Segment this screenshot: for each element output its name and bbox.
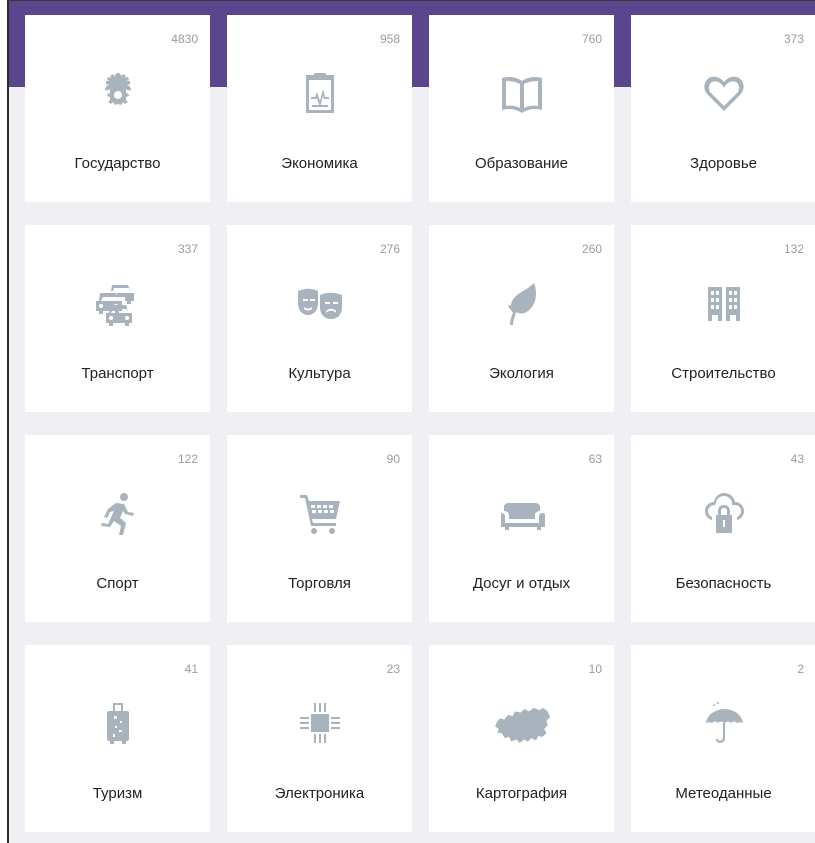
- category-label: Транспорт: [81, 365, 154, 382]
- category-count: 260: [581, 242, 602, 256]
- cloud-lock-icon: [696, 485, 752, 541]
- umbrella-icon: [696, 695, 752, 751]
- suitcase-icon: [90, 695, 146, 751]
- theater-masks-icon: [292, 275, 348, 331]
- category-tile-gosudarstvo[interactable]: 4830 Государство: [25, 15, 210, 202]
- category-tile-kultura[interactable]: 276 Культура: [227, 225, 412, 412]
- category-label: Туризм: [92, 785, 143, 802]
- left-border-line: [7, 0, 9, 843]
- category-tile-kartografiya[interactable]: 10 Картография: [429, 645, 614, 832]
- russia-map-icon: [494, 695, 550, 751]
- category-count: 276: [379, 242, 400, 256]
- category-tile-turizm[interactable]: 41 Туризм: [25, 645, 210, 832]
- category-tile-meteodannye[interactable]: 2 Метеоданные: [631, 645, 815, 832]
- category-tile-obrazovanie[interactable]: 760 Образование: [429, 15, 614, 202]
- category-label: Метеоданные: [675, 785, 772, 802]
- category-label: Экология: [489, 365, 554, 382]
- category-count: 41: [184, 662, 198, 676]
- category-count: 2: [797, 662, 804, 676]
- category-count: 43: [790, 452, 804, 466]
- category-label: Картография: [475, 785, 568, 802]
- category-tile-elektronika[interactable]: 23 Электроника: [227, 645, 412, 832]
- leaf-icon: [494, 275, 550, 331]
- category-tile-zdorovie[interactable]: 373 Здоровье: [631, 15, 815, 202]
- category-count: 4830: [171, 32, 198, 46]
- category-tile-bezopasnost[interactable]: 43 Безопасность: [631, 435, 815, 622]
- building-icon: [696, 275, 752, 331]
- category-count: 23: [386, 662, 400, 676]
- category-tile-torgovlya[interactable]: 90 Торговля: [227, 435, 412, 622]
- category-count: 958: [379, 32, 400, 46]
- category-label: Торговля: [288, 575, 351, 592]
- category-count: 337: [177, 242, 198, 256]
- category-tile-sport[interactable]: 122 Спорт: [25, 435, 210, 622]
- category-tile-ekologiya[interactable]: 260 Экология: [429, 225, 614, 412]
- category-count: 132: [783, 242, 804, 256]
- runner-icon: [90, 485, 146, 541]
- category-count: 760: [581, 32, 602, 46]
- category-tile-ekonomika[interactable]: 958 Экономика: [227, 15, 412, 202]
- category-label: Экономика: [281, 155, 358, 172]
- coat-of-arms-icon: [90, 65, 146, 121]
- category-label: Электроника: [274, 785, 365, 802]
- category-count: 122: [177, 452, 198, 466]
- category-label: Спорт: [96, 575, 139, 592]
- shopping-cart-icon: [292, 485, 348, 541]
- category-grid: 4830 Государство 958 Экономика 760 Образ…: [25, 15, 815, 832]
- chart-report-icon: [292, 65, 348, 121]
- category-count: 63: [588, 452, 602, 466]
- chip-icon: [292, 695, 348, 751]
- category-label: Культура: [288, 365, 351, 382]
- heart-icon: [696, 65, 752, 121]
- category-count: 90: [386, 452, 400, 466]
- sofa-icon: [494, 485, 550, 541]
- open-book-icon: [494, 65, 550, 121]
- category-count: 10: [588, 662, 602, 676]
- category-tile-dosug[interactable]: 63 Досуг и отдых: [429, 435, 614, 622]
- category-label: Безопасность: [675, 575, 772, 592]
- category-label: Строительство: [671, 365, 776, 382]
- category-label: Образование: [475, 155, 568, 172]
- category-label: Государство: [74, 155, 161, 172]
- category-label: Досуг и отдых: [472, 575, 571, 592]
- cars-icon: [90, 275, 146, 331]
- category-tile-stroitelstvo[interactable]: 132 Строительство: [631, 225, 815, 412]
- category-label: Здоровье: [690, 155, 757, 172]
- category-count: 373: [783, 32, 804, 46]
- category-tile-transport[interactable]: 337 Транспорт: [25, 225, 210, 412]
